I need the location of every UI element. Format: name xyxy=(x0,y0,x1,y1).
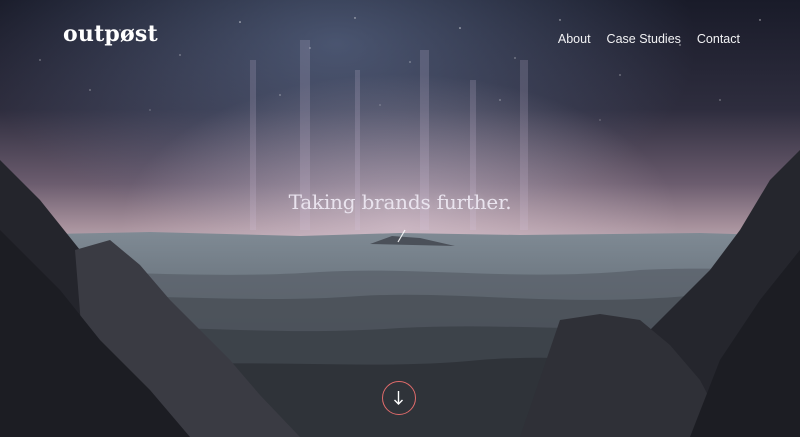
arrow-down-icon xyxy=(394,391,403,405)
nav-contact-link[interactable]: Contact xyxy=(697,32,740,46)
hero-section: outpøst About Case Studies Contact Takin… xyxy=(0,0,800,437)
nav-case-studies-link[interactable]: Case Studies xyxy=(607,32,681,46)
site-header: outpøst About Case Studies Contact xyxy=(0,0,800,80)
main-nav: About Case Studies Contact xyxy=(558,32,740,46)
nav-about-link[interactable]: About xyxy=(558,32,591,46)
logo[interactable]: outpøst xyxy=(63,21,158,47)
hero-tagline: Taking brands further. xyxy=(288,190,512,214)
scroll-down-button[interactable] xyxy=(382,381,416,415)
